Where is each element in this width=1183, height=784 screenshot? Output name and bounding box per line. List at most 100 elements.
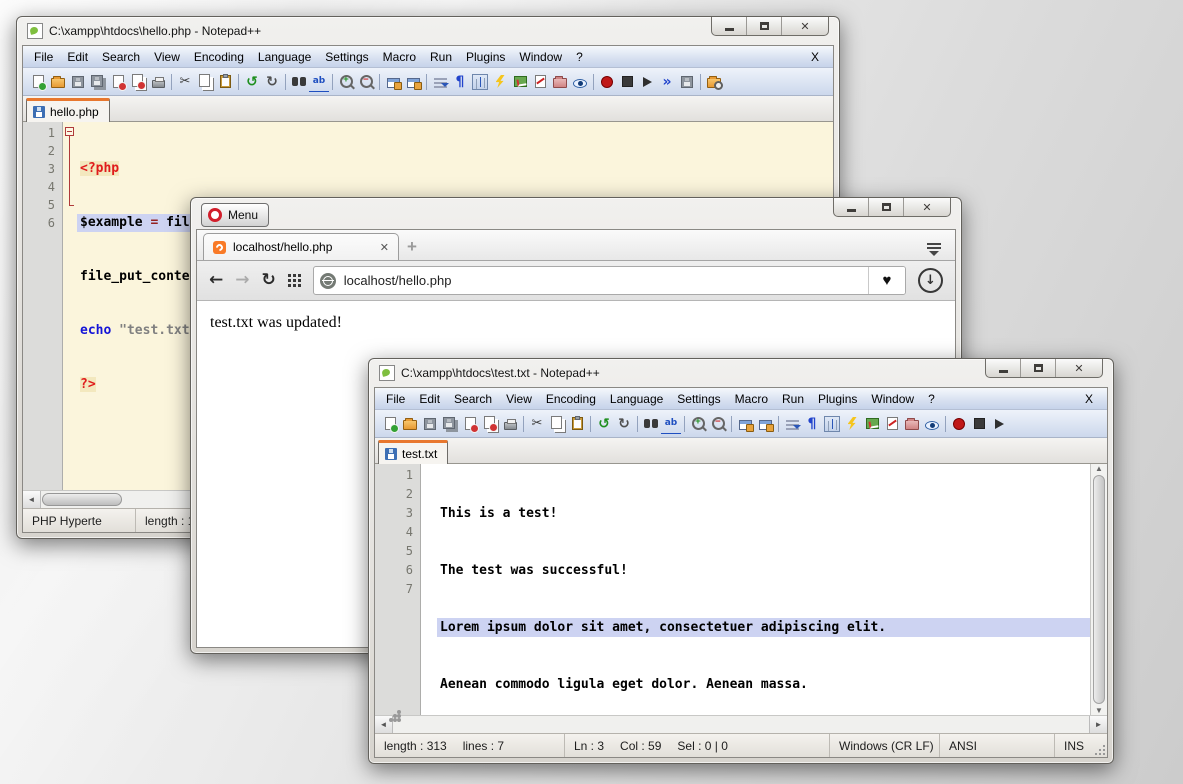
editor[interactable]: 1 2 3 4 5 6 7 This is a test! The test w… (375, 464, 1107, 715)
macro-play-multi-icon[interactable]: » (657, 72, 677, 92)
scrollbar-thumb[interactable] (42, 493, 122, 506)
fold-margin[interactable] (63, 122, 77, 490)
zoom-out-icon[interactable] (708, 414, 728, 434)
close-button[interactable]: ✕ (903, 198, 950, 216)
macro-play-icon[interactable] (989, 414, 1009, 434)
zoom-out-icon[interactable] (356, 72, 376, 92)
menu-settings[interactable]: Settings (318, 48, 375, 66)
paste-icon[interactable] (567, 414, 587, 434)
menu-window[interactable]: Window (512, 48, 569, 66)
undo-icon[interactable]: ↺ (242, 72, 262, 92)
maximize-button[interactable] (746, 17, 781, 35)
menu-edit[interactable]: Edit (60, 48, 95, 66)
find-icon[interactable] (289, 72, 309, 92)
address-bar[interactable]: localhost/hello.php ♥ (313, 266, 906, 295)
menu-view[interactable]: View (499, 390, 539, 408)
copy-icon[interactable] (547, 414, 567, 434)
macro-play-icon[interactable] (637, 72, 657, 92)
menu-edit[interactable]: Edit (412, 390, 447, 408)
minimize-button[interactable] (712, 17, 746, 35)
menu-encoding[interactable]: Encoding (539, 390, 603, 408)
close-all-docs-icon[interactable] (480, 414, 500, 434)
close-doc-icon[interactable] (108, 72, 128, 92)
show-all-chars-icon[interactable]: ¶ (802, 414, 822, 434)
document-map-icon[interactable] (862, 414, 882, 434)
text-area[interactable]: This is a test! The test was successful!… (437, 464, 1090, 715)
open-file-icon[interactable] (400, 414, 420, 434)
new-file-icon[interactable] (380, 414, 400, 434)
sync-horizontal-icon[interactable] (755, 414, 775, 434)
scroll-right-arrow[interactable]: ► (1089, 716, 1107, 733)
menu-macro[interactable]: Macro (728, 390, 775, 408)
menu-settings[interactable]: Settings (670, 390, 727, 408)
sync-vertical-icon[interactable] (383, 72, 403, 92)
save-all-icon[interactable] (440, 414, 460, 434)
menu-language[interactable]: Language (603, 390, 670, 408)
scroll-left-arrow[interactable]: ◄ (23, 491, 41, 508)
find-icon[interactable] (641, 414, 661, 434)
back-button[interactable]: ← (209, 272, 223, 289)
sync-vertical-icon[interactable] (735, 414, 755, 434)
menu-language[interactable]: Language (251, 48, 318, 66)
menu-plugins[interactable]: Plugins (811, 390, 864, 408)
print-icon[interactable] (500, 414, 520, 434)
cut-icon[interactable]: ✂ (527, 414, 547, 434)
redo-icon[interactable]: ↻ (262, 72, 282, 92)
browser-tab-localhost[interactable]: localhost/hello.php ✕ (203, 233, 399, 260)
open-containing-folder-icon[interactable] (704, 72, 724, 92)
menu-macro[interactable]: Macro (376, 48, 423, 66)
undo-icon[interactable]: ↺ (594, 414, 614, 434)
macro-save-icon[interactable] (677, 72, 697, 92)
save-icon[interactable] (68, 72, 88, 92)
copy-icon[interactable] (195, 72, 215, 92)
menu-help[interactable]: ? (569, 48, 590, 66)
scrollbar-thumb[interactable] (397, 718, 401, 722)
menu-run[interactable]: Run (775, 390, 811, 408)
paste-icon[interactable] (215, 72, 235, 92)
save-icon[interactable] (420, 414, 440, 434)
menu-plugins[interactable]: Plugins (459, 48, 512, 66)
menu-view[interactable]: View (147, 48, 187, 66)
folder-workspace-icon[interactable] (550, 72, 570, 92)
replace-icon[interactable]: ab (309, 71, 329, 92)
redo-icon[interactable]: ↻ (614, 414, 634, 434)
doc-switcher-icon[interactable] (530, 72, 550, 92)
close-doc-icon[interactable] (460, 414, 480, 434)
show-all-chars-icon[interactable]: ¶ (450, 72, 470, 92)
doc-switcher-icon[interactable] (882, 414, 902, 434)
menu-search[interactable]: Search (447, 390, 499, 408)
scroll-up-arrow[interactable]: ▲ (1095, 464, 1103, 473)
close-button[interactable]: ✕ (781, 17, 828, 35)
tab-test-txt[interactable]: test.txt (378, 440, 448, 464)
tab-menu-icon[interactable] (927, 243, 941, 256)
scroll-left-arrow[interactable]: ◄ (375, 716, 393, 733)
minimize-button[interactable] (834, 198, 868, 216)
site-badge-icon[interactable] (320, 273, 336, 289)
opera-menu-button[interactable]: Menu (201, 203, 269, 227)
print-icon[interactable] (148, 72, 168, 92)
tab-close-icon[interactable]: ✕ (380, 241, 389, 254)
reload-button[interactable]: ↻ (262, 272, 276, 289)
sync-horizontal-icon[interactable] (403, 72, 423, 92)
menu-close-x[interactable]: X (801, 50, 829, 64)
function-completion-icon[interactable] (842, 414, 862, 434)
zoom-in-icon[interactable] (336, 72, 356, 92)
macro-stop-icon[interactable] (969, 414, 989, 434)
word-wrap-icon[interactable] (782, 414, 802, 434)
document-map-icon[interactable] (510, 72, 530, 92)
tab-hello-php[interactable]: hello.php (26, 98, 110, 122)
menu-run[interactable]: Run (423, 48, 459, 66)
menu-window[interactable]: Window (864, 390, 921, 408)
bookmark-heart-button[interactable]: ♥ (868, 267, 905, 294)
new-tab-button[interactable]: + (399, 234, 425, 260)
maximize-button[interactable] (868, 198, 903, 216)
resize-grip[interactable] (1103, 753, 1105, 755)
cut-icon[interactable]: ✂ (175, 72, 195, 92)
speed-dial-icon[interactable] (288, 274, 301, 287)
scrollbar-thumb[interactable] (1093, 475, 1105, 704)
save-all-icon[interactable] (88, 72, 108, 92)
close-button[interactable]: ✕ (1055, 359, 1102, 377)
function-completion-icon[interactable] (490, 72, 510, 92)
menu-file[interactable]: File (27, 48, 60, 66)
menu-help[interactable]: ? (921, 390, 942, 408)
